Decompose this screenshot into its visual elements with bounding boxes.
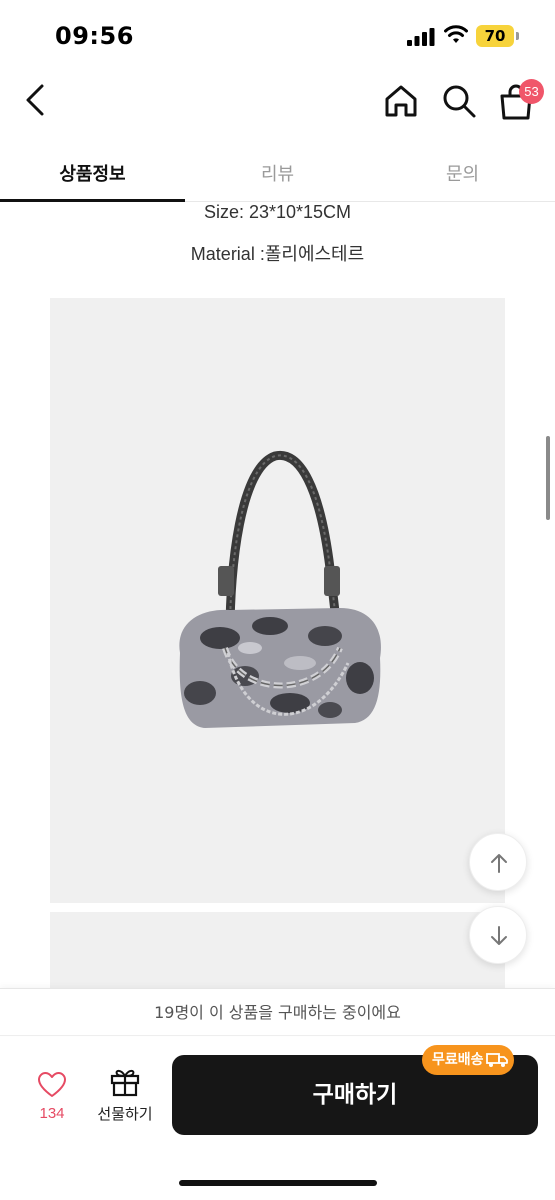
tab-reviews[interactable]: 리뷰: [185, 140, 370, 202]
gift-icon: [110, 1069, 140, 1097]
arrow-down-icon: [491, 926, 507, 945]
product-material-text: Material :폴리에스테르: [190, 244, 365, 264]
status-bar: 09:56 70: [0, 0, 555, 70]
product-detail-image: [50, 298, 505, 903]
home-indicator: [179, 1180, 377, 1186]
arrow-up-icon: [491, 854, 507, 873]
tab-inquiry[interactable]: 문의: [370, 140, 555, 202]
home-icon[interactable]: [382, 82, 420, 120]
battery-level: 70: [476, 25, 514, 47]
battery-tip: [516, 32, 519, 40]
status-time: 09:56: [55, 22, 134, 50]
free-shipping-label: 무료배송: [432, 1052, 484, 1068]
free-shipping-badge: 무료배송: [422, 1045, 514, 1075]
top-navigation-bar: [0, 70, 555, 134]
heart-icon: [38, 1072, 66, 1097]
truck-icon: [485, 1053, 508, 1067]
cart-count-badge: 53: [519, 79, 544, 104]
like-button[interactable]: 134: [26, 1067, 78, 1127]
product-detail-image-next: [50, 912, 505, 992]
gift-label: 선물하기: [97, 1105, 153, 1123]
wifi-icon: [444, 25, 468, 43]
scroll-to-top-button[interactable]: [469, 833, 527, 891]
scrollbar-thumb[interactable]: [546, 436, 550, 520]
product-size-text: Size: 23*10*15CM: [203, 202, 352, 222]
fur-bag-illustration: [179, 450, 381, 728]
scroll-to-bottom-button[interactable]: [469, 906, 527, 964]
signal-icon: [407, 28, 435, 46]
search-icon[interactable]: [440, 82, 478, 120]
gift-button[interactable]: 선물하기: [92, 1065, 158, 1127]
bottom-action-bar: 134 선물하기 구매하기 무료배송: [0, 1037, 555, 1200]
like-count: 134: [39, 1105, 65, 1122]
product-tabs: 상품정보 리뷰 문의: [0, 140, 555, 202]
buying-now-banner: 19명이 이 상품을 구매하는 중이에요: [0, 988, 555, 1036]
tab-product-info[interactable]: 상품정보: [0, 140, 185, 202]
chevron-left-icon[interactable]: [18, 80, 54, 120]
